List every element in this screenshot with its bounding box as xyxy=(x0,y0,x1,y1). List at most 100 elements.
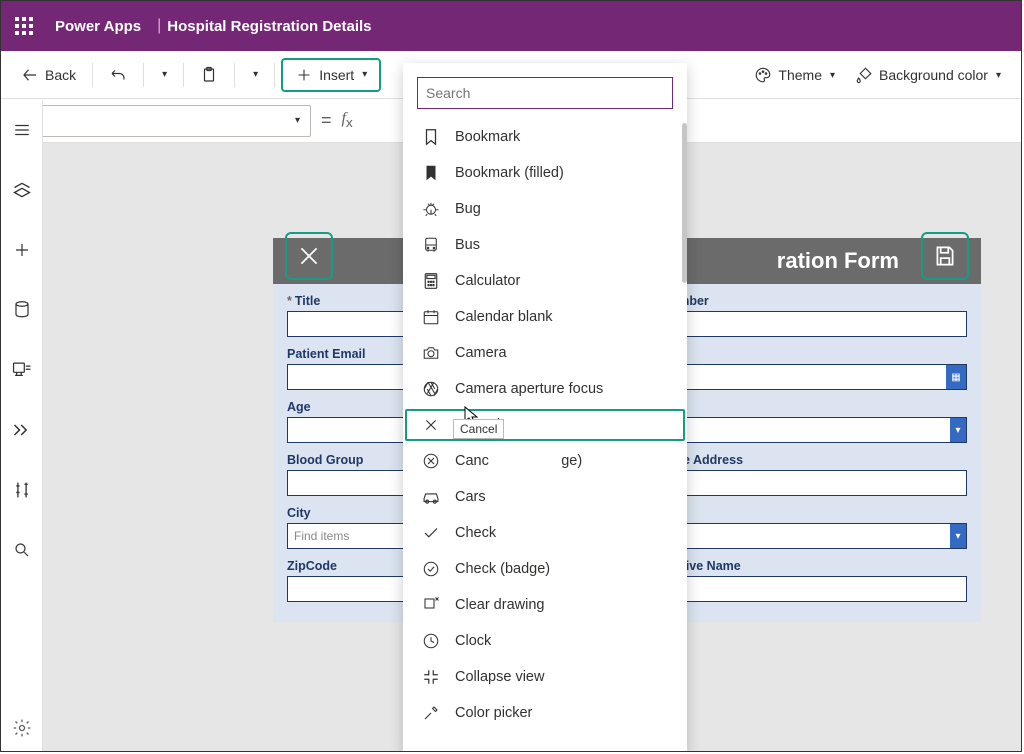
waffle-icon[interactable] xyxy=(15,17,33,35)
bookmark-filled-icon xyxy=(421,163,441,183)
bookmark-icon xyxy=(421,127,441,147)
field-label-title: Title xyxy=(295,294,320,308)
divider xyxy=(274,63,275,87)
item-clear-drawing[interactable]: Clear drawing xyxy=(403,587,687,623)
item-camera-aperture[interactable]: Camera aperture focus xyxy=(403,371,687,407)
paste-button[interactable] xyxy=(190,60,228,90)
item-camera[interactable]: Camera xyxy=(403,335,687,371)
search-input[interactable] xyxy=(426,85,664,101)
media-button[interactable] xyxy=(1,354,43,386)
bgcolor-label: Background color xyxy=(879,67,988,83)
tools-button[interactable] xyxy=(1,474,43,506)
screens-button[interactable] xyxy=(1,174,43,206)
tree-view-button[interactable] xyxy=(1,114,43,146)
title-separator: | xyxy=(157,17,161,35)
chevron-down-icon: ▾ xyxy=(950,418,966,442)
insert-rail-button[interactable] xyxy=(1,234,43,266)
back-label: Back xyxy=(45,67,76,83)
cancel-icon xyxy=(421,415,441,435)
bug-icon xyxy=(421,199,441,219)
search-button[interactable] xyxy=(1,534,43,566)
field-label-gender: der xyxy=(640,400,967,414)
item-calculator[interactable]: Calculator xyxy=(403,263,687,299)
scrollbar[interactable] xyxy=(682,123,687,283)
item-color-picker[interactable]: Color picker xyxy=(403,695,687,731)
form-cancel-icon[interactable] xyxy=(285,232,333,280)
undo-button[interactable] xyxy=(99,60,137,90)
back-button[interactable]: Back xyxy=(11,60,86,90)
item-clock[interactable]: Clock xyxy=(403,623,687,659)
app-header: Power Apps | Hospital Registration Detai… xyxy=(1,1,1021,51)
undo-icon xyxy=(109,66,127,84)
item-check[interactable]: Check xyxy=(403,515,687,551)
field-label-home: nt Home Address xyxy=(640,453,967,467)
divider xyxy=(234,63,235,87)
calendar-blank-icon xyxy=(421,307,441,327)
fx-label: fx xyxy=(342,110,353,130)
select-gender[interactable]: tems▾ xyxy=(640,417,967,443)
item-bug[interactable]: Bug xyxy=(403,191,687,227)
item-cars[interactable]: Cars xyxy=(403,479,687,515)
form-save-icon[interactable] xyxy=(921,232,969,280)
chevron-down-icon: ▾ xyxy=(295,115,300,126)
aperture-icon xyxy=(421,379,441,399)
plus-icon xyxy=(295,66,313,84)
item-bookmark[interactable]: Bookmark xyxy=(403,119,687,155)
input-home[interactable] xyxy=(640,470,967,496)
chevron-down-icon: ▾ xyxy=(162,69,167,80)
field-label-contact: act Number xyxy=(640,294,967,308)
app-brand: Power Apps xyxy=(55,18,141,35)
calculator-icon xyxy=(421,271,441,291)
cancel-badge-icon xyxy=(421,451,441,471)
bus-icon xyxy=(421,235,441,255)
divider xyxy=(143,63,144,87)
collapse-view-icon xyxy=(421,667,441,687)
item-cancel[interactable]: Cancel xyxy=(403,407,687,443)
camera-icon xyxy=(421,343,441,363)
input-contact[interactable] xyxy=(640,311,967,337)
check-icon xyxy=(421,523,441,543)
data-button[interactable] xyxy=(1,294,43,326)
theme-button[interactable]: Theme ▾ xyxy=(744,60,845,90)
chevron-down-icon: ▾ xyxy=(830,70,835,81)
bucket-icon xyxy=(855,66,873,84)
cars-icon xyxy=(421,487,441,507)
item-check-badge[interactable]: Check (badge) xyxy=(403,551,687,587)
left-rail xyxy=(1,100,43,752)
chevron-down-icon: ▾ xyxy=(996,70,1001,81)
property-selector[interactable]: Fill ▾ xyxy=(15,105,311,137)
clear-drawing-icon xyxy=(421,595,441,615)
item-bus[interactable]: Bus xyxy=(403,227,687,263)
item-cancel-badge[interactable]: Cancel (badge) xyxy=(403,443,687,479)
divider xyxy=(92,63,93,87)
clock-icon xyxy=(421,631,441,651)
insert-label: Insert xyxy=(319,67,354,83)
field-label-state: e xyxy=(640,506,967,520)
divider xyxy=(183,63,184,87)
item-bookmark-filled[interactable]: Bookmark (filled) xyxy=(403,155,687,191)
input-dob[interactable]: /2001▦ xyxy=(640,364,967,390)
bgcolor-button[interactable]: Background color ▾ xyxy=(845,60,1011,90)
item-calendar-blank[interactable]: Calendar blank xyxy=(403,299,687,335)
insert-button[interactable]: Insert ▾ xyxy=(281,58,381,92)
palette-icon xyxy=(754,66,772,84)
select-state[interactable]: tems▾ xyxy=(640,523,967,549)
check-badge-icon xyxy=(421,559,441,579)
icon-list: Bookmark Bookmark (filled) Bug Bus Calcu… xyxy=(403,115,687,735)
undo-chevron[interactable]: ▾ xyxy=(150,63,177,86)
panel-search[interactable] xyxy=(417,77,673,109)
calendar-icon[interactable]: ▦ xyxy=(946,365,966,389)
equals-sign: = xyxy=(321,110,332,131)
chevron-down-icon: ▾ xyxy=(253,69,258,80)
item-collapse-view[interactable]: Collapse view xyxy=(403,659,687,695)
input-relative[interactable] xyxy=(640,576,967,602)
flows-button[interactable] xyxy=(1,414,43,446)
chevron-down-icon: ▾ xyxy=(950,524,966,548)
settings-button[interactable] xyxy=(1,712,43,744)
app-title: Hospital Registration Details xyxy=(167,18,371,35)
clipboard-icon xyxy=(200,66,218,84)
paste-chevron[interactable]: ▾ xyxy=(241,63,268,86)
form-title: ration Form xyxy=(777,248,899,274)
field-label-relative: nt Relative Name xyxy=(640,559,967,573)
color-picker-icon xyxy=(421,703,441,723)
